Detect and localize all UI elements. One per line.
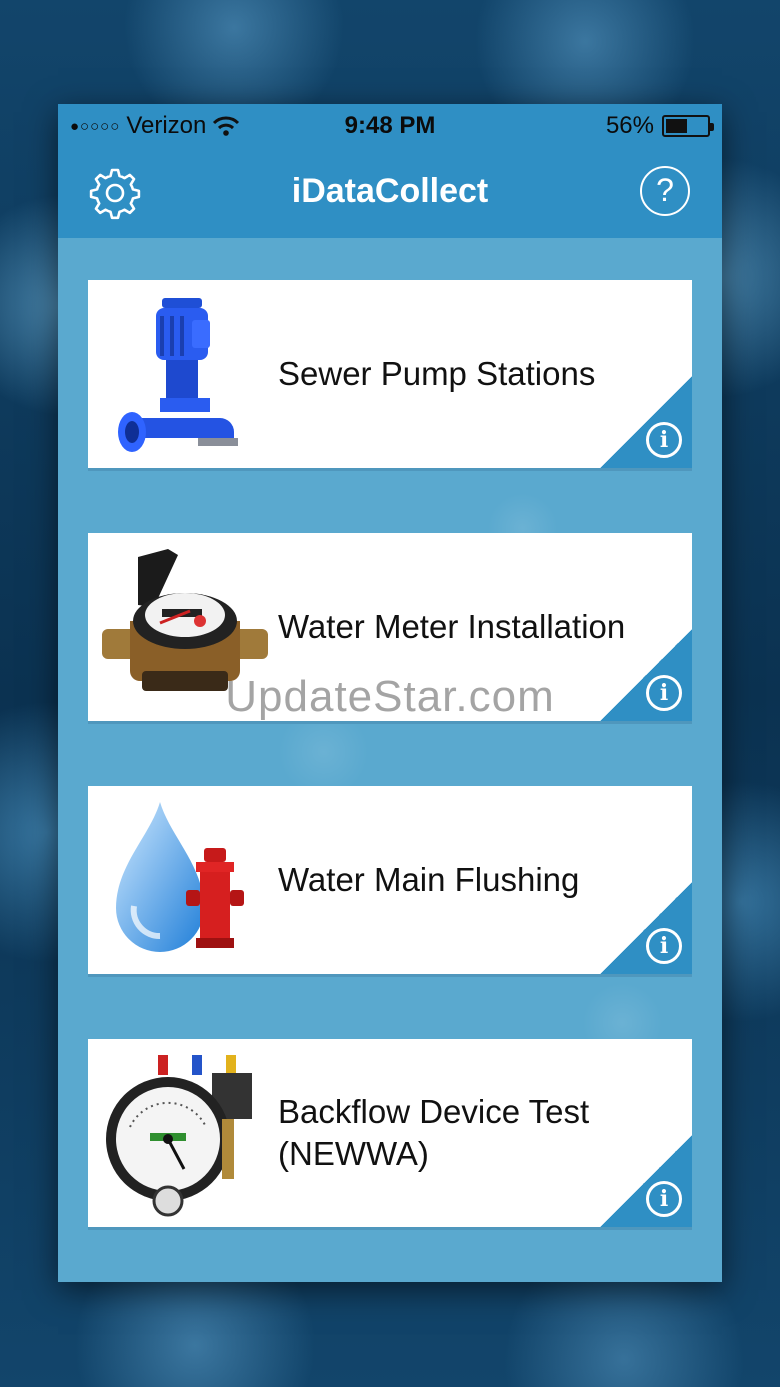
info-icon[interactable]: i xyxy=(646,1181,682,1217)
hydrant-icon xyxy=(116,802,244,952)
info-corner xyxy=(600,376,692,468)
navigation-bar: iDataCollect ? xyxy=(58,146,722,238)
info-icon[interactable]: i xyxy=(646,422,682,458)
top-bar: ●○○○○ Verizon 9:48 PM 56% iDataCollect ? xyxy=(58,104,722,238)
info-icon[interactable]: i xyxy=(646,928,682,964)
pump-icon xyxy=(118,298,238,452)
menu-item-backflow-device-test[interactable]: Backflow Device Test (NEWWA) i xyxy=(88,1039,692,1227)
battery-status: 56% xyxy=(605,112,714,140)
battery-percent: 56% xyxy=(605,112,654,139)
info-corner xyxy=(600,629,692,721)
battery-fill xyxy=(666,119,687,133)
gauge-icon xyxy=(106,1055,252,1217)
menu-item-water-meter-installation[interactable]: Water Meter Installation i xyxy=(88,533,692,721)
status-bar: ●○○○○ Verizon 9:48 PM 56% xyxy=(58,104,722,146)
menu-item-sewer-pump-stations[interactable]: Sewer Pump Stations i xyxy=(88,280,692,468)
info-corner xyxy=(600,882,692,974)
battery-icon xyxy=(662,115,714,137)
menu-item-water-main-flushing[interactable]: Water Main Flushing i xyxy=(88,786,692,974)
app-title: iDataCollect xyxy=(291,172,489,210)
info-icon[interactable]: i xyxy=(646,675,682,711)
help-button[interactable]: ? xyxy=(640,166,690,216)
info-corner xyxy=(600,1135,692,1227)
water-meter-icon xyxy=(102,549,268,691)
app-screen: ●○○○○ Verizon 9:48 PM 56% iDataCollect ?… xyxy=(58,104,722,1282)
